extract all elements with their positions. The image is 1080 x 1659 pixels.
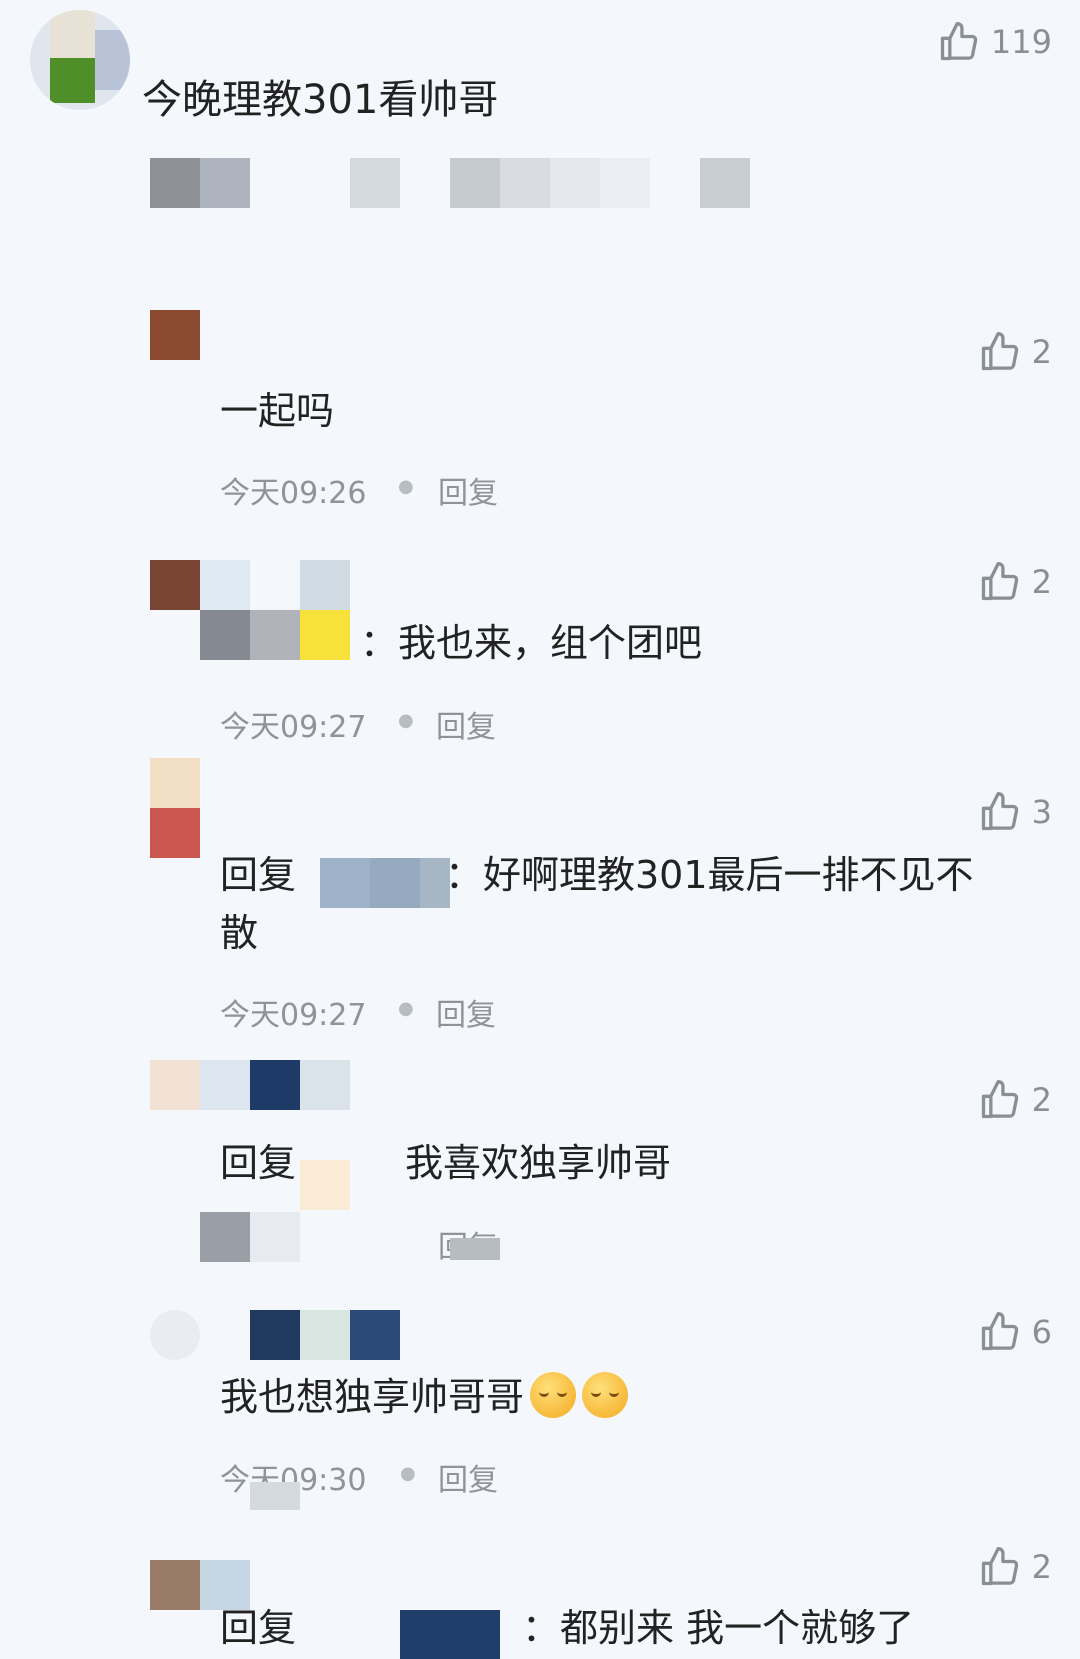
- sleepy-face-emoji-icon: [582, 1372, 629, 1418]
- redaction-pixel: [600, 158, 650, 208]
- redaction-pixel: [200, 1212, 250, 1262]
- like-count: 119: [990, 23, 1052, 61]
- redaction-pixel: [200, 1560, 250, 1610]
- thumbs-up-icon: [981, 332, 1018, 371]
- like-button[interactable]: 2: [978, 1078, 1052, 1122]
- thumbs-up-icon: [940, 22, 978, 61]
- like-button[interactable]: 119: [937, 20, 1052, 64]
- comment-text: 我也想独享帅哥哥: [220, 1375, 525, 1419]
- like-count: 2: [1031, 1081, 1052, 1119]
- separator-dot: ●: [398, 998, 414, 1019]
- like-count: 2: [1031, 563, 1052, 601]
- redaction-pixel: [250, 1482, 300, 1510]
- thumbs-up-icon: [981, 562, 1018, 601]
- redaction-pixel: [300, 560, 350, 610]
- redaction-pixel: [450, 158, 500, 208]
- avatar[interactable]: [150, 310, 200, 360]
- comment-text: 今晚理教301看帅哥: [142, 77, 499, 123]
- redaction-pixel: [300, 610, 350, 660]
- avatar[interactable]: [150, 758, 200, 808]
- like-count: 2: [1031, 333, 1052, 371]
- thumbs-up-icon: [981, 792, 1018, 831]
- redaction-pixel: [200, 610, 250, 660]
- like-button[interactable]: 3: [978, 790, 1052, 834]
- avatar[interactable]: [150, 1560, 200, 1610]
- sleepy-face-emoji-icon: [530, 1372, 577, 1418]
- avatar-pixel: [95, 30, 130, 90]
- redaction-pixel: [250, 1212, 300, 1262]
- like-button[interactable]: 2: [978, 560, 1052, 604]
- reply-prefix: 回复: [220, 853, 297, 897]
- comment-text: 一起吗: [220, 389, 335, 433]
- timestamp: 今天09:27: [220, 998, 367, 1033]
- comment-text: ：好啊理教301最后一排不见不: [445, 853, 974, 897]
- separator-dot: ●: [398, 710, 414, 731]
- redaction-pixel: [550, 158, 600, 208]
- reply-button[interactable]: 回复: [438, 1455, 498, 1499]
- redaction-pixel: [200, 560, 250, 610]
- avatar[interactable]: [30, 10, 130, 110]
- redaction-pixel: [150, 158, 200, 208]
- comment-text: ：我也来，组个团吧: [360, 621, 703, 665]
- timestamp: 今天09:26: [220, 476, 367, 511]
- redaction-pixel: [400, 1610, 500, 1659]
- separator-dot: ●: [398, 476, 414, 497]
- redaction-pixel: [500, 158, 550, 208]
- reply-button[interactable]: 回复: [436, 702, 496, 746]
- redaction-pixel: [300, 1310, 350, 1360]
- redaction-pixel: [250, 1310, 300, 1360]
- thumbs-up-icon: [981, 1312, 1018, 1351]
- reply-prefix: 回复: [220, 1141, 297, 1185]
- avatar-pixel: [50, 10, 95, 58]
- redaction-pixel: [250, 1060, 300, 1110]
- comment-text-continued: 散: [220, 911, 259, 955]
- comment-text: ：都别来 我一个就够了: [522, 1606, 915, 1650]
- thumbs-up-icon: [981, 1547, 1018, 1586]
- like-button[interactable]: 6: [978, 1310, 1052, 1354]
- redaction-pixel: [350, 158, 400, 208]
- avatar[interactable]: [150, 1310, 200, 1360]
- reply-button[interactable]: 回复: [438, 468, 498, 512]
- avatar[interactable]: [150, 1060, 200, 1110]
- comment-text: 我喜欢独享帅哥: [405, 1141, 672, 1185]
- reply-button[interactable]: 回复: [436, 990, 496, 1034]
- redaction-pixel: [320, 858, 370, 908]
- redaction-pixel: [370, 858, 420, 908]
- redaction-pixel: [350, 1310, 400, 1360]
- redaction-pixel: [250, 610, 300, 660]
- comment-line: 我也想独享帅哥哥: [220, 1372, 629, 1422]
- redaction-pixel: [200, 158, 250, 208]
- like-count: 6: [1031, 1313, 1052, 1351]
- redaction-pixel: [700, 158, 750, 208]
- redaction-pixel: [300, 1060, 350, 1110]
- reply-prefix: 回复: [220, 1606, 297, 1650]
- like-button[interactable]: 2: [978, 1545, 1052, 1589]
- like-count: 3: [1031, 793, 1052, 831]
- redaction-pixel: [300, 1160, 350, 1210]
- redaction-pixel: [200, 1060, 250, 1110]
- thumbs-up-icon: [981, 1080, 1018, 1119]
- avatar-pixel: [50, 58, 95, 103]
- avatar-pixel: [150, 808, 200, 858]
- separator-dot: ●: [400, 1463, 416, 1484]
- avatar[interactable]: [150, 560, 200, 610]
- like-button[interactable]: 2: [978, 330, 1052, 374]
- like-count: 2: [1031, 1548, 1052, 1586]
- timestamp: 今天09:27: [220, 710, 367, 745]
- redaction-pixel: [450, 1238, 500, 1260]
